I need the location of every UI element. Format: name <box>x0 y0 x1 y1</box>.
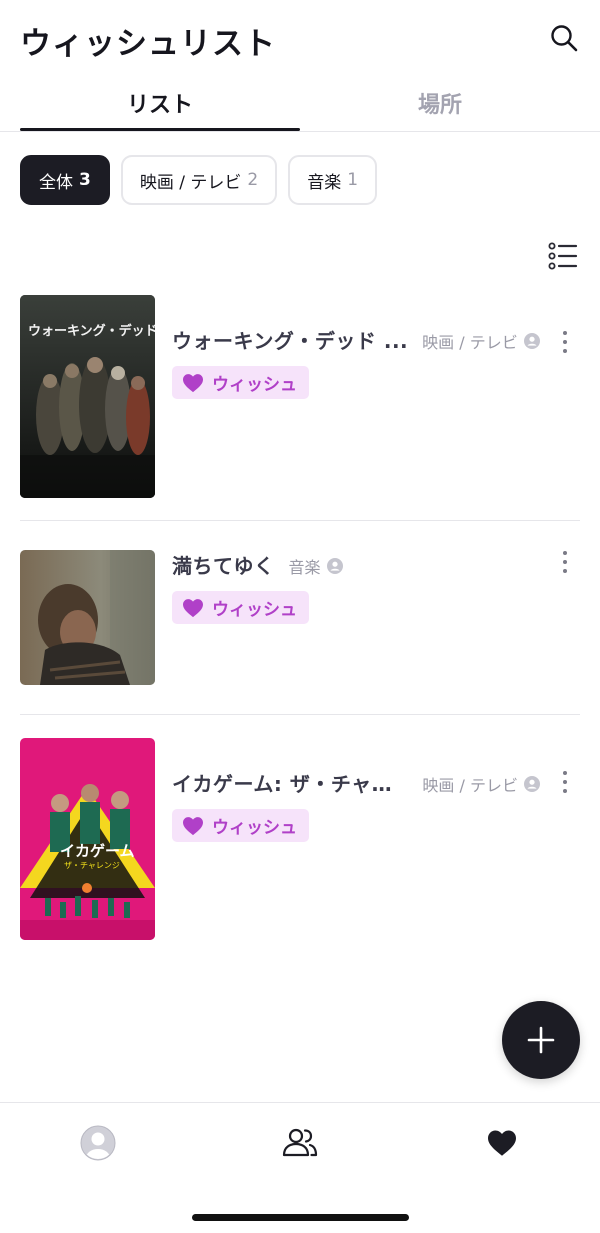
nav-friends[interactable] <box>280 1123 320 1163</box>
poster-image <box>20 550 155 685</box>
filter-chip-movie-tv[interactable]: 映画 / テレビ 2 <box>120 155 278 205</box>
filter-chip-all[interactable]: 全体 3 <box>20 155 110 205</box>
wish-status-badge: ウィッシュ <box>172 591 309 624</box>
item-title: ウォーキング・デッド ... <box>172 329 409 353</box>
tab-bar: リスト 場所 <box>0 84 600 132</box>
plus-icon <box>527 1026 555 1054</box>
filter-count: 3 <box>79 170 91 190</box>
item-title: イカゲーム: ザ・チャレ... <box>172 772 409 796</box>
tab-list[interactable]: リスト <box>20 84 300 131</box>
poster-art <box>20 738 155 940</box>
user-icon <box>523 333 540 349</box>
search-button[interactable] <box>546 20 582 56</box>
wish-label: ウィッシュ <box>212 375 297 395</box>
list-view-icon <box>548 242 578 270</box>
tab-places[interactable]: 場所 <box>300 84 580 130</box>
filter-label: 全体 <box>39 172 73 193</box>
wish-status-badge: ウィッシュ <box>172 366 309 399</box>
wish-label: ウィッシュ <box>212 818 297 838</box>
item-title: 満ちてゆく <box>172 554 275 578</box>
friends-icon <box>282 1128 318 1157</box>
heart-icon <box>183 598 203 617</box>
item-category: 音楽 <box>289 554 343 578</box>
more-options-button[interactable] <box>550 327 580 357</box>
category-label: 音楽 <box>288 558 321 577</box>
user-icon <box>524 776 540 792</box>
poster-subtitle: ザ・チャレンジ <box>64 861 120 870</box>
category-label: 映画 / テレビ <box>422 333 518 352</box>
list-item[interactable]: 満ちてゆく 音楽 ウィッシュ <box>20 550 580 715</box>
poster-image: ウォーキング・デッド <box>20 295 155 498</box>
item-info: ウォーキング・デッド ... 映画 / テレビ ウィッシュ <box>172 325 540 399</box>
list-item[interactable]: イカゲーム ザ・チャレンジ イカゲーム: ザ・チャレ... 映画 / テレビ ウ… <box>20 738 580 941</box>
filter-chips: 全体 3 映画 / テレビ 2 音楽 1 <box>20 155 378 205</box>
wish-status-badge: ウィッシュ <box>172 809 309 842</box>
home-indicator[interactable] <box>192 1214 409 1221</box>
item-category: 映画 / テレビ <box>422 329 540 353</box>
filter-count: 2 <box>247 170 259 190</box>
search-icon <box>551 25 578 52</box>
poster-art <box>20 550 155 685</box>
filter-label: 音楽 <box>307 172 342 193</box>
filter-chip-music[interactable]: 音楽 1 <box>288 155 378 205</box>
title-row: ウォーキング・デッド ... 映画 / テレビ <box>172 325 540 354</box>
category-label: 映画 / テレビ <box>422 776 518 795</box>
heart-icon <box>183 373 203 392</box>
more-options-button[interactable] <box>550 547 580 577</box>
header: ウィッシュリスト <box>0 0 600 80</box>
poster-image: イカゲーム ザ・チャレンジ <box>20 738 155 940</box>
filter-label: 映画 / テレビ <box>139 172 242 193</box>
poster-title: ウォーキング・デッド <box>28 324 155 339</box>
nav-wishlist[interactable] <box>482 1123 522 1163</box>
page-title: ウィッシュリスト <box>20 26 276 62</box>
item-category: 映画 / テレビ <box>422 772 540 796</box>
title-row: 満ちてゆく 音楽 <box>172 550 540 579</box>
heart-icon <box>183 816 203 835</box>
avatar-icon <box>80 1125 116 1161</box>
item-info: イカゲーム: ザ・チャレ... 映画 / テレビ ウィッシュ <box>172 768 540 842</box>
add-item-button[interactable] <box>502 1001 580 1079</box>
title-row: イカゲーム: ザ・チャレ... 映画 / テレビ <box>172 768 540 797</box>
heart-icon <box>488 1130 516 1156</box>
list-item[interactable]: ウォーキング・デッド ウォーキング・デッド ... 映画 / テレビ ウィッシュ <box>20 295 580 521</box>
view-toggle-button[interactable] <box>546 240 580 272</box>
nav-profile[interactable] <box>78 1123 118 1163</box>
item-info: 満ちてゆく 音楽 ウィッシュ <box>172 550 540 624</box>
filter-count: 1 <box>347 170 359 190</box>
more-options-button[interactable] <box>550 767 580 797</box>
poster-title: イカゲーム <box>60 842 135 860</box>
wish-label: ウィッシュ <box>212 600 297 620</box>
user-icon <box>326 558 343 574</box>
